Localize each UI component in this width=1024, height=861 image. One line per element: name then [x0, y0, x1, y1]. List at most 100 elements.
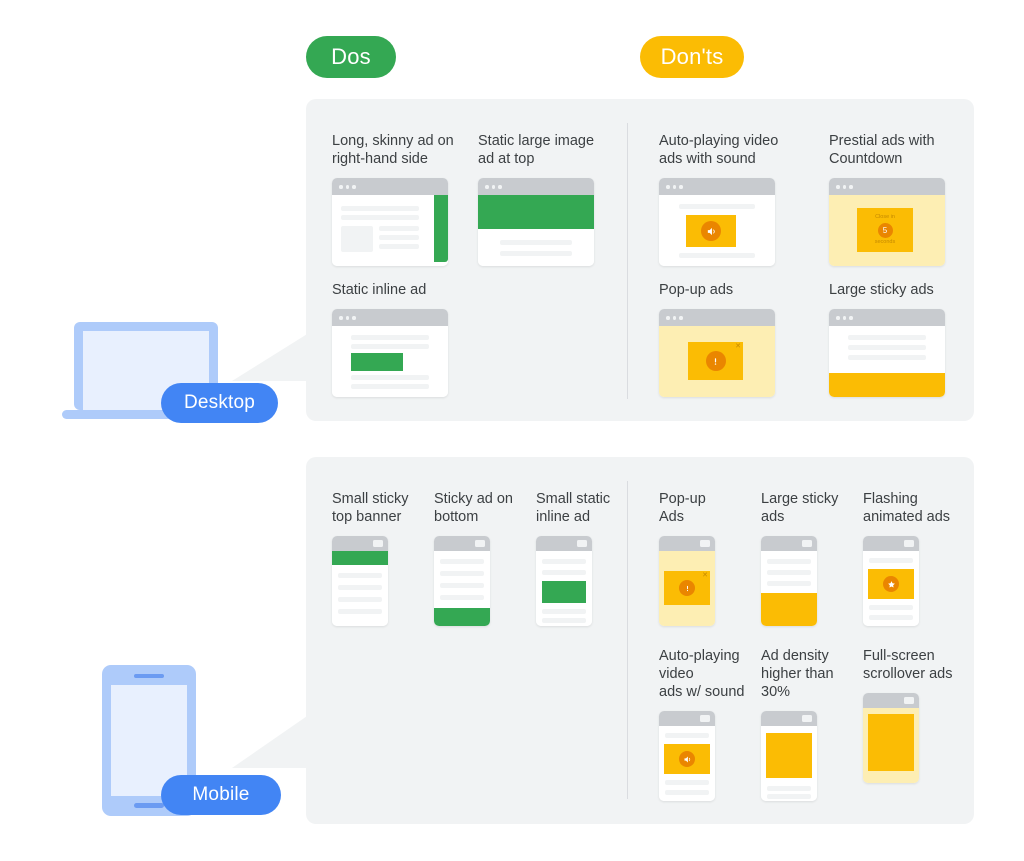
phone-body	[434, 551, 490, 626]
ad-slot-popup: ✕	[664, 571, 710, 605]
speaker-icon	[701, 221, 721, 241]
phone-body	[536, 551, 592, 626]
browser-chrome	[332, 178, 448, 195]
phone-chrome	[659, 711, 715, 726]
mobile-do-cell-1: Sticky ad on bottom	[434, 490, 513, 626]
mobile-dont-label-2: Flashing animated ads	[863, 491, 951, 525]
ad-slot-green	[434, 195, 448, 262]
desktop-dont-label-1: Prestial ads with Countdown	[829, 133, 935, 167]
window-dots-icon	[836, 185, 853, 189]
desktop-panel-divider	[627, 123, 628, 399]
star-icon	[883, 576, 899, 592]
window-dots-icon	[666, 185, 683, 189]
mock-phone-flashing	[863, 536, 919, 626]
desktop-dont-label-3: Large sticky ads	[829, 282, 934, 298]
ad-slot-countdown: Close in 5 seconds	[857, 208, 913, 252]
speaker-icon	[679, 751, 695, 767]
browser-chrome	[332, 309, 448, 326]
browser-chrome	[478, 178, 594, 195]
phone-chrome	[536, 536, 592, 551]
device-badge-mobile: Mobile	[161, 775, 281, 815]
ad-slot-video	[664, 744, 710, 774]
browser-body: ✕	[659, 326, 775, 397]
desktop-do-cell-1: Static large image ad at top	[478, 132, 594, 266]
phone-chrome	[761, 711, 817, 726]
window-dots-icon	[836, 316, 853, 320]
window-dots-icon	[339, 316, 356, 320]
device-badge-desktop: Desktop	[161, 383, 278, 423]
menu-icon	[700, 715, 710, 722]
mock-browser-inline	[332, 309, 448, 397]
mock-phone-inline	[536, 536, 592, 626]
mobile-dont-label-3: Auto-playing video ads w/ sound	[659, 648, 745, 700]
browser-body	[478, 195, 594, 266]
ad-slot-video	[686, 215, 736, 247]
heading-dos-label: Dos	[331, 44, 371, 69]
browser-chrome	[829, 178, 945, 195]
mobile-do-cell-0: Small sticky top banner	[332, 490, 409, 626]
desktop-do-label-2: Static inline ad	[332, 282, 427, 298]
close-icon[interactable]: ✕	[735, 343, 741, 350]
browser-body: Close in 5 seconds	[829, 195, 945, 266]
countdown-number: 5	[877, 222, 893, 238]
ad-slot-green	[478, 195, 594, 229]
menu-icon	[904, 540, 914, 547]
ad-slot-sticky	[761, 593, 817, 626]
browser-body	[332, 326, 448, 397]
mobile-do-label-1: Sticky ad on bottom	[434, 491, 513, 525]
mock-phone-top-banner	[332, 536, 388, 626]
browser-chrome	[829, 309, 945, 326]
mock-phone-video-sound	[659, 711, 715, 801]
desktop-dont-cell-3: Large sticky ads	[829, 281, 945, 397]
mobile-panel: Small sticky top banner Sticky ad on bot…	[306, 457, 974, 824]
mock-browser-video-sound	[659, 178, 775, 266]
mobile-dont-label-1: Large sticky ads	[761, 491, 839, 525]
mobile-do-cell-2: Small static inline ad	[536, 490, 610, 626]
desktop-do-label-1: Static large image ad at top	[478, 133, 595, 167]
phone-body	[761, 726, 817, 801]
browser-chrome	[659, 309, 775, 326]
phone-chrome	[659, 536, 715, 551]
desktop-dont-label-2: Pop-up ads	[659, 282, 734, 298]
desktop-dont-label-0: Auto-playing video ads with sound	[659, 133, 779, 167]
mobile-dont-cell-0: Pop-up Ads ✕	[659, 490, 715, 626]
mock-phone-density	[761, 711, 817, 801]
phone-chrome	[434, 536, 490, 551]
phone-body	[863, 708, 919, 783]
mobile-dont-cell-3: Auto-playing video ads w/ sound	[659, 647, 744, 801]
browser-body	[829, 326, 945, 397]
desktop-panel: Long, skinny ad on right-hand side Stati…	[306, 99, 974, 421]
menu-icon	[802, 715, 812, 722]
menu-icon	[904, 697, 914, 704]
menu-icon	[577, 540, 587, 547]
mock-browser-right-rail	[332, 178, 448, 266]
mobile-dont-label-5: Full-screen scrollover ads	[863, 648, 953, 682]
desktop-do-label-0: Long, skinny ad on right-hand side	[332, 133, 454, 167]
alert-icon	[705, 351, 726, 371]
mobile-dont-cell-2: Flashing animated ads	[863, 490, 950, 626]
ad-slot-green	[351, 353, 403, 371]
browser-body	[332, 195, 448, 266]
mock-phone-popup: ✕	[659, 536, 715, 626]
mock-browser-sticky	[829, 309, 945, 397]
phone-body	[332, 551, 388, 626]
window-dots-icon	[485, 185, 502, 189]
desktop-dont-cell-0: Auto-playing video ads with sound	[659, 132, 778, 266]
close-icon[interactable]: ✕	[702, 572, 708, 579]
menu-icon	[802, 540, 812, 547]
mock-browser-top-banner	[478, 178, 594, 266]
mobile-do-label-2: Small static inline ad	[536, 491, 611, 525]
ad-slot-popup: ✕	[688, 342, 743, 380]
phone-body	[761, 551, 817, 626]
phone-chrome	[332, 536, 388, 551]
ad-slot-green	[542, 581, 586, 603]
menu-icon	[373, 540, 383, 547]
mock-phone-large-sticky	[761, 536, 817, 626]
countdown-before-label: Close in	[875, 214, 895, 220]
mobile-dont-label-0: Pop-up Ads	[659, 491, 706, 525]
phone-body: ✕	[659, 551, 715, 626]
ad-slot-green	[434, 608, 490, 626]
window-dots-icon	[339, 185, 356, 189]
menu-icon	[475, 540, 485, 547]
desktop-dont-cell-2: Pop-up ads ✕	[659, 281, 775, 397]
